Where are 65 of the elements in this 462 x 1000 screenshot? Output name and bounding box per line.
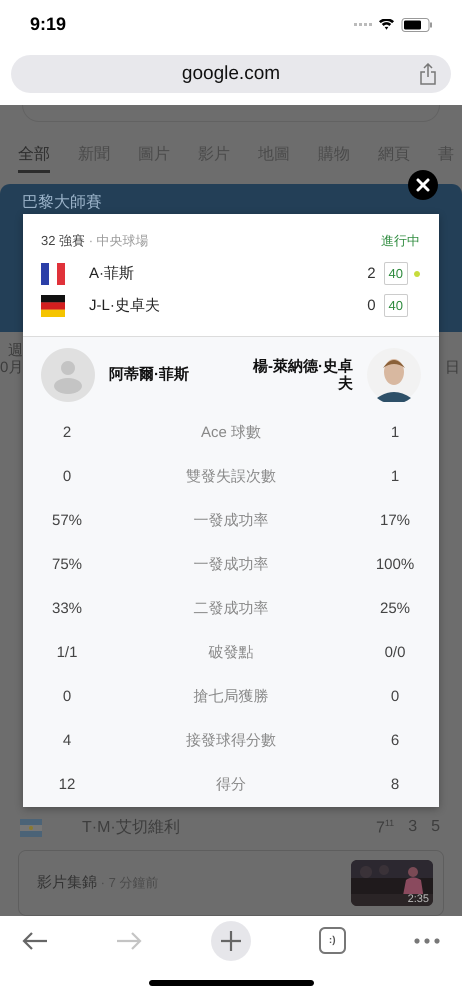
player-name: 阿蒂爾·菲斯	[109, 365, 190, 384]
stat-value: 33%	[50, 600, 84, 618]
flag-icon	[20, 818, 42, 837]
stat-value: 2	[62, 424, 72, 442]
player-name: 楊-萊納德·史卓夫	[252, 358, 353, 392]
stat-value: 0	[62, 468, 72, 486]
stat-label: 雙發失誤次數	[185, 467, 277, 486]
set-count: 2	[367, 265, 376, 282]
close-button[interactable]	[408, 170, 438, 200]
back-icon	[22, 930, 48, 951]
new-tab-button[interactable]	[210, 920, 250, 961]
search-box[interactable]	[22, 104, 440, 122]
flag-icon	[41, 262, 65, 285]
stat-value: 100%	[374, 556, 416, 574]
menu-button[interactable]	[414, 938, 440, 944]
stat-value: 1/1	[56, 644, 78, 662]
back-button[interactable]	[22, 930, 48, 951]
avatar-icon	[367, 348, 421, 402]
flag-icon	[41, 294, 65, 317]
wifi-icon	[378, 18, 395, 31]
video-title: 影片集錦	[37, 874, 97, 892]
stat-label: 破發點	[208, 643, 254, 662]
set-count: 0	[367, 297, 376, 314]
stat-value: 75%	[50, 556, 84, 574]
stat-value: 0	[62, 688, 72, 706]
stat-value: 25%	[378, 600, 412, 618]
stat-value: 12	[58, 776, 76, 794]
stat-value: 0	[390, 688, 400, 706]
share-icon[interactable]	[419, 62, 437, 85]
stat-value: 6	[390, 732, 400, 750]
address-bar[interactable]: google.com	[11, 54, 451, 93]
close-icon	[416, 178, 430, 192]
round-label: 32 強賽	[41, 232, 86, 248]
game-points: 40	[384, 294, 408, 318]
player-name: J-L·史卓夫	[89, 296, 161, 316]
video-duration: 2:35	[408, 892, 429, 905]
search-tab[interactable]: 全部	[18, 144, 50, 173]
stat-label: 一發成功率	[192, 555, 270, 574]
tabs-button[interactable]: :)	[318, 927, 346, 954]
plus-icon	[220, 930, 242, 952]
stat-value: 17%	[378, 512, 412, 530]
match-status: 進行中	[381, 232, 420, 250]
stat-label: 接發球得分數	[185, 731, 277, 750]
game-points: 40	[384, 262, 408, 286]
stat-label: 一發成功率	[192, 511, 270, 530]
clock-time: 9:19	[30, 14, 66, 36]
stat-value: 57%	[50, 512, 84, 530]
stat-value: 4	[62, 732, 72, 750]
stat-value: 8	[390, 776, 400, 794]
stat-label: 搶七局獲勝	[192, 687, 270, 706]
battery-icon	[401, 18, 432, 32]
signal-icon	[354, 22, 372, 27]
stat-value: 0/0	[384, 644, 406, 662]
forward-icon	[116, 930, 142, 951]
stat-label: Ace 球數	[200, 423, 262, 442]
court-label: · 中央球場	[88, 232, 149, 248]
card-title: 巴黎大師賽	[22, 194, 102, 211]
stat-value: 1	[390, 468, 400, 486]
player-name: A·菲斯	[89, 264, 135, 284]
url-text: google.com	[182, 62, 280, 85]
stat-label: 二發成功率	[192, 599, 270, 618]
stat-value: 1	[390, 424, 400, 442]
stat-label: 得分	[215, 775, 247, 794]
avatar-icon	[41, 348, 95, 402]
more-icon	[414, 938, 440, 944]
